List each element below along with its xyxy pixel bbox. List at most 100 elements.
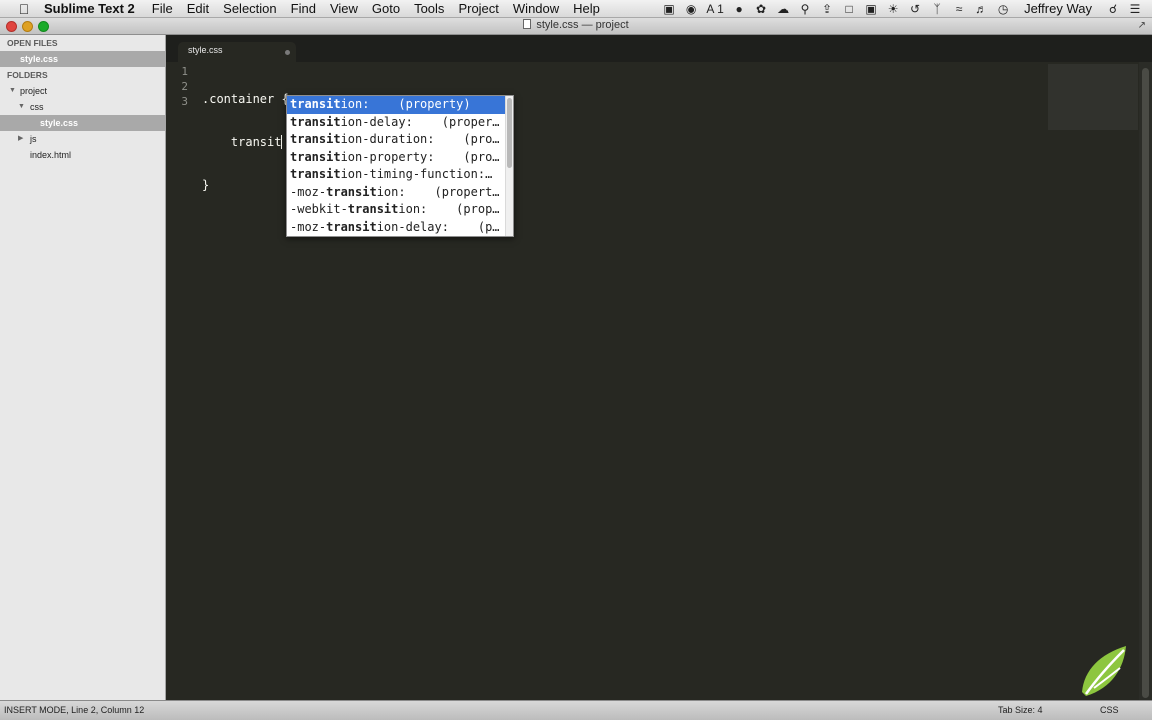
autocomplete-scroll-thumb[interactable] [507, 98, 512, 168]
autocomplete-item[interactable]: transition-timing-function:… [287, 166, 513, 184]
scrollbar-thumb[interactable] [1142, 68, 1149, 698]
menu-edit[interactable]: Edit [180, 1, 216, 16]
gamepad-icon[interactable]: ▣ [860, 2, 882, 16]
item-match: transit [326, 219, 377, 234]
open-file-label: style.css [20, 54, 59, 64]
notification-list-icon[interactable]: ☰ [1124, 2, 1146, 16]
item-match: transit [347, 202, 399, 216]
open-files-header: OPEN FILES [7, 38, 58, 48]
autocomplete-item[interactable]: transition-duration: (pro… [287, 131, 513, 149]
item-match: transit [326, 184, 377, 199]
autocomplete-item[interactable]: -moz-transition: (propert… [287, 184, 513, 202]
app-circle-icon[interactable]: ● [728, 2, 750, 16]
disclosure-open-icon[interactable]: ▼ [9, 83, 16, 99]
item-hint: (pro… [434, 149, 500, 164]
code-line[interactable]: transit [202, 135, 289, 150]
menu-app-name[interactable]: Sublime Text 2 [34, 1, 145, 16]
window-title: style.css — project [0, 19, 1152, 31]
item-hint: (proper… [412, 114, 500, 129]
autocomplete-scrollbar[interactable] [505, 96, 513, 236]
item-suffix: ion: [398, 202, 428, 216]
code-brace: } [202, 178, 210, 192]
code-line[interactable]: } [202, 178, 289, 193]
autocomplete-item[interactable]: transition: (property) [287, 96, 513, 114]
item-hint: (prop… [427, 202, 500, 216]
wifi-icon[interactable]: ≈ [948, 2, 970, 16]
menu-tools[interactable]: Tools [407, 1, 451, 16]
apple-icon[interactable]:  [14, 1, 34, 17]
menu-goto[interactable]: Goto [365, 1, 407, 16]
item-hint: (property) [369, 97, 471, 111]
file-style-css[interactable]: style.css [0, 115, 165, 131]
search-icon[interactable]: ☌ [1102, 2, 1124, 16]
item-match: transit [290, 114, 341, 129]
item-suffix: ion-delay: [340, 114, 413, 129]
autocomplete-item[interactable]: transition-property: (pro… [287, 149, 513, 167]
autocomplete-item[interactable]: -webkit-transition: (prop… [287, 201, 513, 219]
text-tool-icon[interactable]: A 1 [702, 2, 728, 16]
tray-count: 1 [717, 1, 724, 16]
spotlight-search-icon[interactable]: ⚲ [794, 2, 816, 16]
menu-view[interactable]: View [323, 1, 365, 16]
item-match: transit [290, 167, 341, 181]
item-prefix: -webkit- [290, 202, 348, 216]
menu-find[interactable]: Find [284, 1, 323, 16]
brightness-icon[interactable]: ☀ [882, 2, 904, 16]
item-suffix: ion-duration: [340, 132, 435, 146]
item-suffix: ion: [376, 184, 406, 199]
cloud-icon[interactable]: ☁ [772, 2, 794, 16]
folder-label: js [30, 134, 37, 144]
code-selector: .container { [202, 92, 289, 106]
settings-wheel-icon[interactable]: ✿ [750, 2, 772, 16]
upload-icon[interactable]: ⇪ [816, 2, 838, 16]
menu-project[interactable]: Project [451, 1, 505, 16]
autocomplete-item[interactable]: -moz-transition-delay: (p… [287, 219, 513, 237]
tab-size-selector[interactable]: Tab Size: 4 [998, 701, 1043, 719]
disclosure-closed-icon[interactable]: ▶ [18, 131, 23, 147]
menu-help[interactable]: Help [566, 1, 607, 16]
camera-icon[interactable]: ◉ [680, 2, 702, 16]
square-icon[interactable]: □ [838, 2, 860, 16]
disclosure-open-icon[interactable]: ▼ [18, 99, 25, 115]
menu-selection[interactable]: Selection [216, 1, 283, 16]
document-icon [523, 19, 532, 29]
window-title-text: style.css — project [536, 19, 629, 31]
folder-css[interactable]: ▼ css [0, 99, 165, 115]
folders-header: FOLDERS [7, 70, 48, 80]
syntax-selector[interactable]: CSS [1100, 701, 1119, 719]
code-text[interactable]: .container { transit } [202, 64, 289, 221]
line-number-gutter: 1 2 3 [166, 64, 188, 109]
folder-project[interactable]: ▼ project [0, 83, 165, 99]
autocomplete-item[interactable]: transition-delay: (proper… [287, 114, 513, 132]
minimap[interactable] [1048, 64, 1138, 130]
clock-icon[interactable]: ◷ [992, 2, 1014, 16]
screen-record-icon[interactable]: ▣ [658, 2, 680, 16]
user-name[interactable]: Jeffrey Way [1014, 1, 1102, 16]
file-label: index.html [30, 150, 72, 160]
item-suffix: ion-timing-function: [340, 167, 486, 181]
fullscreen-icon[interactable]: ↗ [1138, 20, 1146, 31]
file-label: style.css [40, 118, 79, 128]
unsaved-dot-icon[interactable] [285, 50, 290, 55]
time-machine-icon[interactable]: ↺ [904, 2, 926, 16]
item-suffix: ion-property: [340, 149, 435, 164]
item-suffix: ion-delay: [376, 219, 449, 234]
tab-label: style.css [188, 45, 223, 55]
code-line[interactable]: .container { [202, 92, 289, 107]
volume-icon[interactable]: ♬ [970, 2, 992, 16]
sidebar: OPEN FILES style.css FOLDERS ▼ project ▼… [0, 35, 166, 700]
folder-js[interactable]: ▶ js [0, 131, 165, 147]
open-file-style-css[interactable]: style.css [0, 51, 165, 67]
menu-bar:  Sublime Text 2 File Edit Selection Fin… [0, 0, 1152, 18]
item-hint: … [485, 167, 493, 181]
bluetooth-icon[interactable]: ᛉ [926, 2, 948, 16]
tab-style-css[interactable]: style.css [178, 42, 296, 62]
item-match: transit [290, 149, 341, 164]
item-prefix: -moz- [290, 219, 327, 234]
item-hint: (propert… [405, 184, 500, 199]
menu-file[interactable]: File [145, 1, 180, 16]
editor-scrollbar[interactable] [1139, 62, 1152, 700]
file-index-html[interactable]: index.html [0, 147, 165, 163]
menu-window[interactable]: Window [506, 1, 566, 16]
window-title-bar: style.css — project ↗ [0, 18, 1152, 35]
